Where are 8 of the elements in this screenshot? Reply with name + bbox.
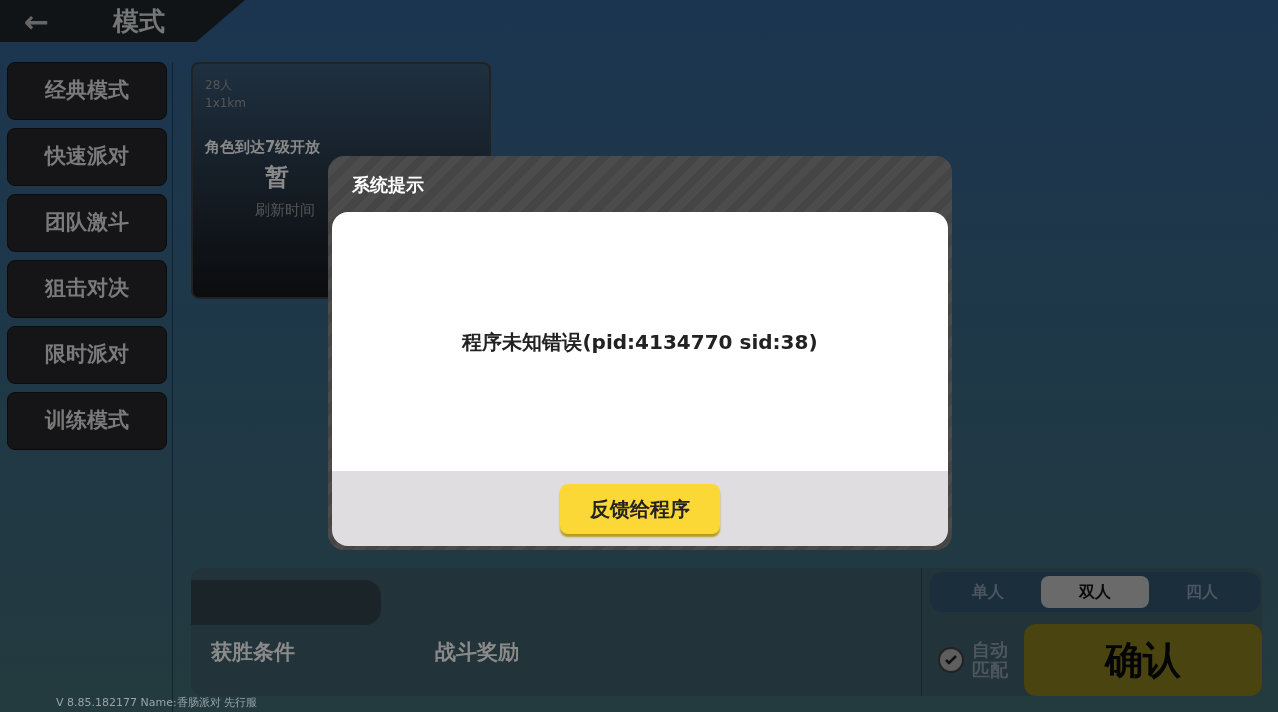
dialog-title: 系统提示 bbox=[351, 172, 425, 197]
page-title: 模式 bbox=[113, 4, 166, 38]
refresh-time: 刷新时间 bbox=[255, 199, 316, 221]
map-size: 1x1km bbox=[205, 95, 247, 112]
version-text: V 8.85.182177 Name:香肠派对 先行服 bbox=[56, 694, 258, 711]
error-message: 程序未知错误(pid:4134770 sid:38) bbox=[462, 328, 818, 356]
status-text: 暂 bbox=[265, 161, 289, 193]
lock-message: 角色到达7级开放 bbox=[205, 137, 322, 158]
